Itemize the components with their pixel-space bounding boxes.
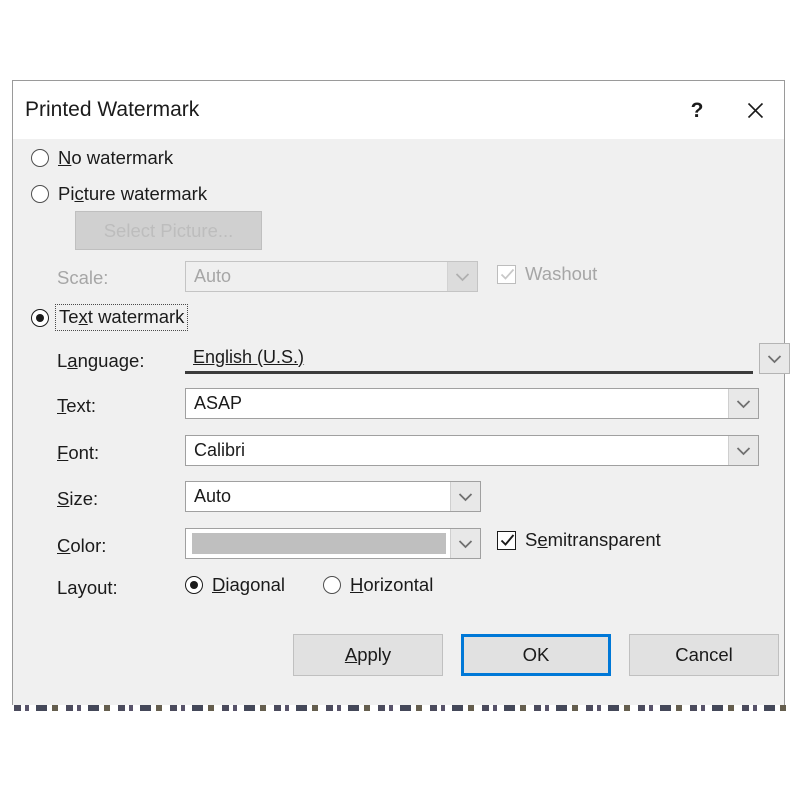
chevron-down-icon <box>767 354 782 363</box>
checkbox-washout: Washout <box>497 263 597 285</box>
radio-text-watermark-indicator <box>31 308 49 327</box>
font-combobox[interactable]: Calibri <box>185 435 759 466</box>
background-document-text <box>14 705 786 711</box>
ok-button[interactable]: OK <box>461 634 611 676</box>
color-swatch <box>192 533 446 554</box>
size-combobox[interactable]: Auto <box>185 481 481 512</box>
accel-c: c <box>74 183 84 204</box>
language-value: English (U.S.) <box>193 346 305 367</box>
font-label: Font: <box>57 442 100 463</box>
text-label: Text: <box>57 395 97 416</box>
font-value[interactable]: Calibri <box>186 436 728 465</box>
chevron-down-icon[interactable] <box>728 436 758 465</box>
chevron-down-icon <box>447 262 477 291</box>
radio-layout-diagonal[interactable]: Diagonal <box>185 574 285 596</box>
chevron-down-icon[interactable] <box>450 529 480 558</box>
layout-label: Layout: <box>57 577 118 598</box>
close-icon[interactable] <box>726 87 784 133</box>
apply-button-label: Apply <box>344 644 392 665</box>
apply-button[interactable]: Apply <box>293 634 443 676</box>
accel-a: a <box>67 350 78 371</box>
radio-text-watermark[interactable]: Text watermark <box>31 304 189 331</box>
radio-layout-horizontal-label: Horizontal <box>350 574 434 595</box>
help-icon[interactable]: ? <box>668 87 726 133</box>
accel-f: F <box>57 442 69 463</box>
radio-picture-watermark-indicator <box>31 185 49 203</box>
accel-h: H <box>350 574 364 595</box>
chevron-down-icon[interactable] <box>728 389 758 418</box>
checkbox-semitransparent-indicator <box>497 530 516 550</box>
radio-layout-horizontal-indicator <box>323 576 341 594</box>
select-picture-button: Select Picture... <box>75 211 262 250</box>
scale-combobox: Auto <box>185 261 478 292</box>
accel-s: S <box>57 488 70 509</box>
dialog-titlebar: Printed Watermark ? <box>13 81 784 139</box>
chevron-down-icon[interactable] <box>450 482 480 511</box>
color-label: Color: <box>57 535 107 556</box>
radio-no-watermark-label: No watermark <box>58 147 174 168</box>
language-combobox[interactable]: English (U.S.) <box>185 343 753 374</box>
size-value[interactable]: Auto <box>186 482 450 511</box>
language-dropdown-arrow[interactable] <box>759 343 790 374</box>
scale-label: Scale: <box>57 267 109 288</box>
radio-picture-watermark[interactable]: Picture watermark <box>31 183 207 205</box>
accel-e: e <box>537 529 548 550</box>
cancel-button[interactable]: Cancel <box>629 634 779 676</box>
radio-no-watermark-indicator <box>31 149 49 167</box>
checkbox-washout-label: Washout <box>525 263 598 284</box>
radio-no-watermark[interactable]: No watermark <box>31 147 173 169</box>
radio-text-watermark-label: Text watermark <box>59 306 185 327</box>
scale-value: Auto <box>194 266 232 286</box>
printed-watermark-dialog: Printed Watermark ? No watermark Picture… <box>12 80 790 705</box>
accel-c2: C <box>57 535 71 556</box>
checkbox-semitransparent[interactable]: Semitransparent <box>497 529 661 551</box>
accel-d: D <box>212 574 226 595</box>
accel-n: N <box>58 147 72 168</box>
checkbox-washout-indicator <box>497 264 516 284</box>
text-combobox[interactable]: ASAP <box>185 388 759 419</box>
text-value[interactable]: ASAP <box>186 389 728 418</box>
size-label: Size: <box>57 488 99 509</box>
checkbox-semitransparent-label: Semitransparent <box>525 529 661 550</box>
radio-layout-horizontal[interactable]: Horizontal <box>323 574 433 596</box>
dialog-body: No watermark Picture watermark Select Pi… <box>13 139 790 705</box>
radio-layout-diagonal-indicator <box>185 576 203 594</box>
dialog-title: Printed Watermark <box>25 98 200 121</box>
focus-rectangle: Text watermark <box>55 304 189 331</box>
accel-t: T <box>57 395 67 416</box>
language-label: Language: <box>57 350 145 371</box>
accel-a2: A <box>344 644 358 665</box>
accel-x: x <box>78 306 88 327</box>
color-combobox[interactable] <box>185 528 481 559</box>
radio-picture-watermark-label: Picture watermark <box>58 183 208 204</box>
radio-layout-diagonal-label: Diagonal <box>212 574 286 595</box>
